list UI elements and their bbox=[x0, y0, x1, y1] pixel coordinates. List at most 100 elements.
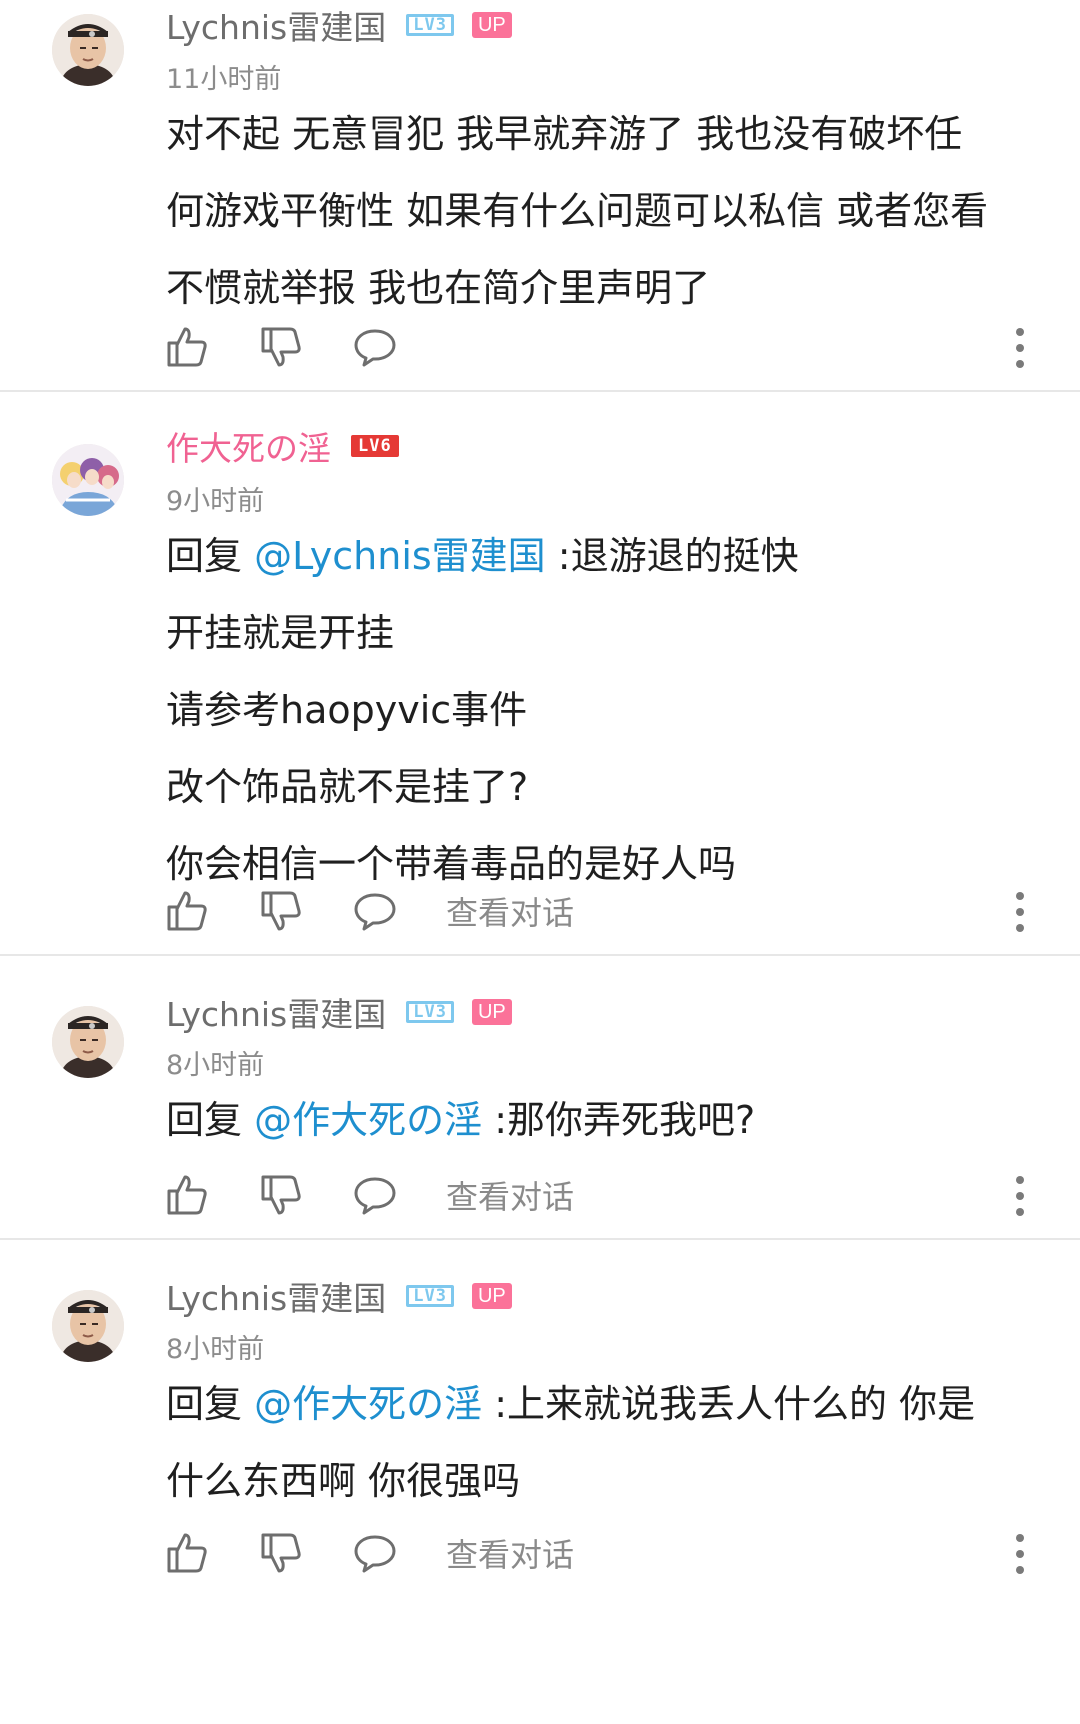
mention-link[interactable]: @作大死の淫 bbox=[254, 1382, 482, 1426]
mention-link[interactable]: @作大死の淫 bbox=[254, 1098, 482, 1142]
like-button[interactable] bbox=[164, 1172, 210, 1218]
reply-icon bbox=[354, 329, 396, 367]
comment-line: 改个饰品就不是挂了? bbox=[166, 765, 529, 809]
reply-button[interactable] bbox=[352, 1172, 398, 1218]
dislike-icon bbox=[261, 891, 301, 931]
dislike-button[interactable] bbox=[258, 1172, 304, 1218]
comment-line: 回复 @作大死の淫 :那你弄死我吧? bbox=[166, 1082, 1056, 1159]
more-icon bbox=[1016, 360, 1024, 368]
view-conversation-link[interactable]: 查看对话 bbox=[446, 1530, 574, 1576]
user-avatar-image bbox=[52, 1006, 124, 1078]
comment-header: Lychnis雷建国 LV3 UP bbox=[166, 992, 512, 1034]
level-badge: LV3 bbox=[406, 14, 454, 36]
like-icon bbox=[167, 1533, 207, 1573]
like-icon bbox=[167, 327, 207, 367]
dislike-button[interactable] bbox=[258, 1530, 304, 1576]
like-icon bbox=[167, 1175, 207, 1215]
like-button[interactable] bbox=[164, 324, 210, 370]
more-options-button[interactable] bbox=[1010, 1531, 1030, 1577]
dislike-icon bbox=[261, 327, 301, 367]
reply-text: :那你弄死我吧? bbox=[482, 1098, 756, 1142]
reply-button[interactable] bbox=[352, 1530, 398, 1576]
reply-button[interactable] bbox=[352, 324, 398, 370]
dislike-icon bbox=[261, 1533, 301, 1573]
username[interactable]: Lychnis雷建国 bbox=[166, 1272, 386, 1320]
comment-item: Lychnis雷建国 LV3 UP 11小时前 对不起 无意冒犯 我早就弃游了 … bbox=[0, 0, 1080, 392]
dislike-icon bbox=[261, 1175, 301, 1215]
reply-prefix: 回复 bbox=[166, 1098, 255, 1142]
level-badge: LV3 bbox=[406, 1001, 454, 1023]
avatar[interactable] bbox=[52, 1290, 124, 1362]
comment-line: 回复 @作大死の淫 :上来就说我丢人什么的 你是 bbox=[166, 1366, 1056, 1443]
user-avatar-image bbox=[52, 1290, 124, 1362]
reply-text: :上来就说我丢人什么的 你是 bbox=[482, 1382, 976, 1426]
comment-actions bbox=[164, 322, 446, 372]
more-icon bbox=[1016, 344, 1024, 352]
dislike-button[interactable] bbox=[258, 324, 304, 370]
comment-item: Lychnis雷建国 LV3 UP 8小时前 回复 @作大死の淫 :那你弄死我吧… bbox=[0, 956, 1080, 1240]
comment-header: Lychnis雷建国 LV3 UP bbox=[166, 5, 512, 47]
avatar[interactable] bbox=[52, 14, 124, 86]
username[interactable]: Lychnis雷建国 bbox=[166, 988, 386, 1036]
more-icon bbox=[1016, 908, 1024, 916]
comment-line: 不惯就举报 我也在简介里声明了 bbox=[166, 266, 711, 310]
more-icon bbox=[1016, 1550, 1024, 1558]
more-icon bbox=[1016, 1534, 1024, 1542]
username[interactable]: 作大死の淫 bbox=[166, 422, 331, 470]
up-badge: UP bbox=[471, 999, 512, 1025]
comment-time: 8小时前 bbox=[166, 1050, 265, 1081]
comment-line: 回复 @Lychnis雷建国 :退游退的挺快 bbox=[166, 518, 1056, 595]
reply-button[interactable] bbox=[352, 888, 398, 934]
up-badge: UP bbox=[471, 12, 512, 38]
dislike-button[interactable] bbox=[258, 888, 304, 934]
comment-header: Lychnis雷建国 LV3 UP bbox=[166, 1276, 512, 1318]
comment-body: 回复 @作大死の淫 :那你弄死我吧? bbox=[166, 1082, 1056, 1159]
user-avatar-image bbox=[52, 14, 124, 86]
more-icon bbox=[1016, 1566, 1024, 1574]
reply-icon bbox=[354, 1535, 396, 1573]
comment-item: Lychnis雷建国 LV3 UP 8小时前 回复 @作大死の淫 :上来就说我丢… bbox=[0, 1240, 1080, 1724]
comment-actions: 查看对话 bbox=[164, 1528, 574, 1578]
more-icon bbox=[1016, 892, 1024, 900]
reply-icon bbox=[354, 893, 396, 931]
reply-prefix: 回复 bbox=[166, 534, 255, 578]
more-options-button[interactable] bbox=[1010, 889, 1030, 935]
comment-item: 作大死の淫 LV6 9小时前 回复 @Lychnis雷建国 :退游退的挺快 开挂… bbox=[0, 392, 1080, 956]
more-icon bbox=[1016, 1176, 1024, 1184]
comment-body: 回复 @作大死の淫 :上来就说我丢人什么的 你是 什么东西啊 你很强吗 bbox=[166, 1366, 1056, 1520]
more-icon bbox=[1016, 924, 1024, 932]
comment-line: 何游戏平衡性 如果有什么问题可以私信 或者您看 bbox=[166, 189, 989, 233]
comment-header: 作大死の淫 LV6 bbox=[166, 426, 399, 468]
reply-prefix: 回复 bbox=[166, 1382, 255, 1426]
username[interactable]: Lychnis雷建国 bbox=[166, 1, 386, 49]
comment-time: 9小时前 bbox=[166, 486, 265, 517]
view-conversation-link[interactable]: 查看对话 bbox=[446, 888, 574, 934]
comment-body: 回复 @Lychnis雷建国 :退游退的挺快 开挂就是开挂 请参考haopyvi… bbox=[166, 518, 1056, 903]
comment-body: 对不起 无意冒犯 我早就弃游了 我也没有破坏任 何游戏平衡性 如果有什么问题可以… bbox=[166, 96, 1056, 327]
more-options-button[interactable] bbox=[1010, 325, 1030, 371]
level-badge: LV6 bbox=[351, 435, 399, 457]
up-badge: UP bbox=[471, 1283, 512, 1309]
avatar[interactable] bbox=[52, 444, 124, 516]
like-button[interactable] bbox=[164, 888, 210, 934]
reply-text: :退游退的挺快 bbox=[545, 534, 799, 578]
like-button[interactable] bbox=[164, 1530, 210, 1576]
comment-time: 8小时前 bbox=[166, 1334, 265, 1365]
comment-line: 什么东西啊 你很强吗 bbox=[166, 1459, 521, 1503]
comment-line: 请参考haopyvic事件 bbox=[166, 688, 528, 732]
comment-time: 11小时前 bbox=[166, 64, 282, 95]
level-badge: LV3 bbox=[406, 1285, 454, 1307]
mention-link[interactable]: @Lychnis雷建国 bbox=[254, 534, 546, 578]
more-options-button[interactable] bbox=[1010, 1173, 1030, 1219]
like-icon bbox=[167, 891, 207, 931]
reply-icon bbox=[354, 1177, 396, 1215]
comment-line: 开挂就是开挂 bbox=[166, 611, 395, 655]
more-icon bbox=[1016, 1208, 1024, 1216]
more-icon bbox=[1016, 328, 1024, 336]
view-conversation-link[interactable]: 查看对话 bbox=[446, 1172, 574, 1218]
comment-line: 对不起 无意冒犯 我早就弃游了 我也没有破坏任 bbox=[166, 112, 963, 156]
comment-actions: 查看对话 bbox=[164, 886, 574, 936]
avatar[interactable] bbox=[52, 1006, 124, 1078]
user-avatar-image bbox=[52, 444, 124, 516]
comment-actions: 查看对话 bbox=[164, 1170, 574, 1220]
